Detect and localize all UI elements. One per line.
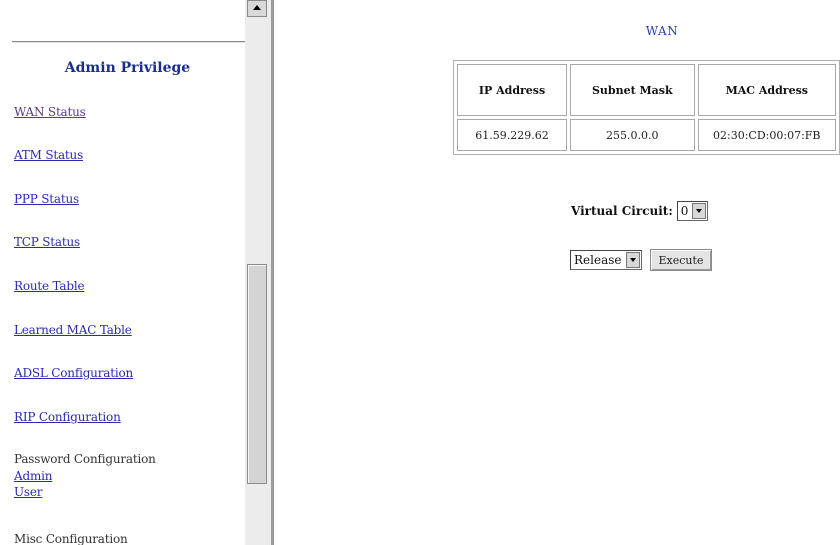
- arrow-up-icon: [253, 5, 261, 10]
- navigation-frame: Admin Privilege WAN Status ATM Status PP…: [0, 0, 274, 545]
- nav-link-admin[interactable]: Admin: [14, 469, 52, 483]
- column-header-mac-address: MAC Address: [697, 64, 836, 116]
- admin-privilege-heading: Admin Privilege: [64, 60, 191, 76]
- dropdown-button[interactable]: [692, 203, 707, 219]
- chevron-down-icon: [629, 258, 636, 262]
- subnet-mask-value: 255.0.0.0: [570, 119, 695, 151]
- table-row: 61.59.229.62 255.0.0.0 02:30:CD:00:07:FB: [457, 119, 836, 151]
- table-header-row: IP Address Subnet Mask MAC Address: [457, 64, 836, 116]
- scroll-thumb[interactable]: [247, 264, 267, 484]
- nav-link-rip-configuration[interactable]: RIP Configuration: [14, 410, 121, 424]
- action-select-value: Release: [574, 253, 622, 267]
- dropdown-button[interactable]: [625, 252, 640, 268]
- nav-link-route-table[interactable]: Route Table: [14, 279, 85, 293]
- content-frame: WAN IP Address Subnet Mask MAC Address 6…: [274, 0, 840, 545]
- virtual-circuit-value: 0: [680, 204, 689, 218]
- action-select[interactable]: Release: [570, 250, 642, 270]
- virtual-circuit-row: Virtual Circuit: 0: [571, 200, 709, 222]
- mac-address-value: 02:30:CD:00:07:FB: [697, 119, 836, 151]
- nav-link-tcp-status[interactable]: TCP Status: [14, 235, 80, 249]
- navigation-scrollbar[interactable]: [245, 0, 271, 545]
- nav-link-atm-status[interactable]: ATM Status: [14, 148, 83, 162]
- column-header-subnet-mask: Subnet Mask: [570, 64, 695, 116]
- wan-status-table: IP Address Subnet Mask MAC Address 61.59…: [453, 60, 840, 155]
- password-configuration-label: Password Configuration: [14, 452, 156, 466]
- navigation-panel: Admin Privilege WAN Status ATM Status PP…: [0, 0, 255, 545]
- execute-button[interactable]: Execute: [649, 249, 713, 271]
- action-row: Release Execute: [570, 249, 713, 271]
- virtual-circuit-select[interactable]: 0: [676, 201, 709, 221]
- scroll-up-button[interactable]: [247, 0, 267, 17]
- nav-link-ppp-status[interactable]: PPP Status: [14, 192, 79, 206]
- misc-configuration-label: Misc Configuration: [14, 532, 128, 545]
- page-title: WAN: [645, 24, 679, 38]
- nav-link-user[interactable]: User: [14, 485, 43, 499]
- ip-address-value: 61.59.229.62: [457, 119, 568, 151]
- column-header-ip-address: IP Address: [457, 64, 568, 116]
- nav-link-learned-mac-table[interactable]: Learned MAC Table: [14, 323, 132, 337]
- nav-link-wan-status[interactable]: WAN Status: [14, 105, 86, 119]
- divider: [12, 41, 245, 43]
- chevron-down-icon: [696, 209, 703, 213]
- virtual-circuit-label: Virtual Circuit:: [571, 204, 673, 218]
- nav-link-adsl-configuration[interactable]: ADSL Configuration: [14, 366, 133, 380]
